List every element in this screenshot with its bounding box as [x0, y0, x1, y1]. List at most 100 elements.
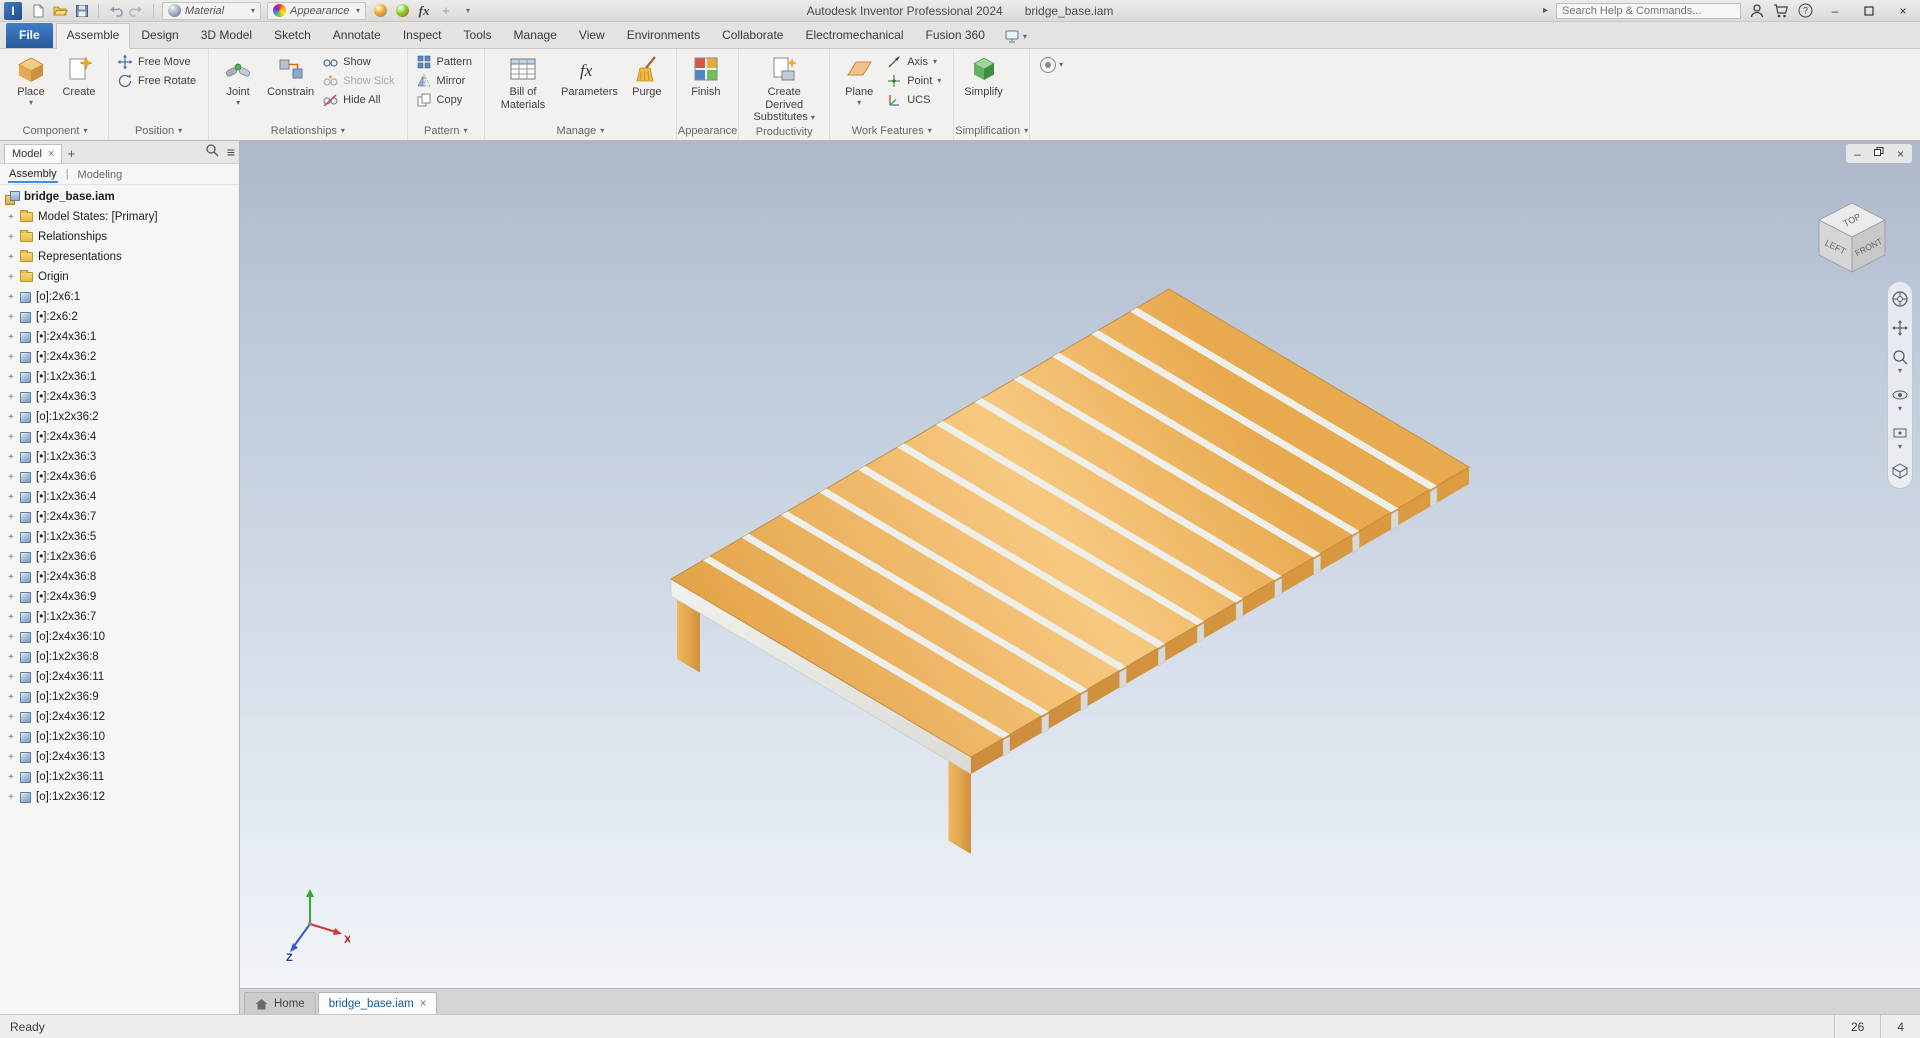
ribbon-tab-collaborate[interactable]: Collaborate [711, 23, 794, 48]
ucs-button[interactable]: UCS [884, 90, 947, 109]
expander-icon[interactable]: + [6, 452, 16, 463]
tree-folder[interactable]: + Origin [0, 267, 239, 287]
panel-label-relationships[interactable]: Relationships ▾ [210, 122, 405, 140]
add-command-button[interactable]: + [436, 2, 456, 20]
full-navigation-wheel-button[interactable] [1891, 290, 1909, 308]
tree-part[interactable]: + [•]:1x2x36:6 [0, 547, 239, 567]
panel-label-position[interactable]: Position ▾ [110, 122, 207, 140]
ribbon-tab-tools[interactable]: Tools [453, 23, 503, 48]
pattern-button[interactable]: Pattern [414, 52, 478, 71]
expander-icon[interactable]: + [6, 512, 16, 523]
expander-icon[interactable]: + [6, 652, 16, 663]
panel-label-work-features[interactable]: Work Features ▾ [831, 122, 952, 140]
document-tab-bridge-base[interactable]: bridge_base.iam × [317, 992, 438, 1014]
doc-restore-button[interactable] [1873, 146, 1885, 161]
plane-button[interactable]: Plane ▾ [836, 52, 882, 107]
mode-tab-modeling[interactable]: Modeling [77, 167, 124, 182]
viewport[interactable]: – × TOP LEFT FRONT ▾ ▾ ▾ X Z Home bridge… [240, 141, 1920, 1014]
ribbon-tab-inspect[interactable]: Inspect [392, 23, 453, 48]
ribbon-tab-environments[interactable]: Environments [616, 23, 711, 48]
tree-part[interactable]: + [•]:2x4x36:6 [0, 467, 239, 487]
tree-root[interactable]: bridge_base.iam [0, 187, 239, 207]
tree-part[interactable]: + [•]:1x2x36:1 [0, 367, 239, 387]
zoom-button[interactable]: ▾ [1891, 348, 1909, 375]
tree-part[interactable]: + [•]:1x2x36:4 [0, 487, 239, 507]
create-derived-substitutes-button[interactable]: Create Derived Substitutes ▾ [745, 52, 823, 124]
inventor-logo-icon[interactable]: I [4, 1, 22, 20]
help-button[interactable]: ? [1797, 2, 1814, 19]
ribbon-options-button[interactable]: ▾ [1040, 57, 1063, 73]
panel-label-pattern[interactable]: Pattern ▾ [409, 122, 483, 140]
pan-button[interactable] [1891, 319, 1909, 337]
tree-part[interactable]: + [o]:1x2x36:11 [0, 767, 239, 787]
expander-icon[interactable]: + [6, 792, 16, 803]
browser-tab-model[interactable]: Model × [4, 144, 63, 163]
color-override-button[interactable] [392, 2, 412, 20]
mode-tab-assembly[interactable]: Assembly [8, 166, 58, 183]
finish-button[interactable]: Finish [683, 52, 729, 99]
tree-folder[interactable]: + Model States: [Primary] [0, 207, 239, 227]
tree-folder[interactable]: + Relationships [0, 227, 239, 247]
tree-part[interactable]: + [•]:2x6:2 [0, 307, 239, 327]
doc-minimize-button[interactable]: – [1854, 147, 1861, 161]
redo-button[interactable] [127, 2, 147, 20]
place-button[interactable]: Place ▾ [8, 52, 54, 107]
parameters-quick-button[interactable]: fx [414, 2, 434, 20]
tree-part[interactable]: + [o]:1x2x36:12 [0, 787, 239, 807]
adjust-button[interactable] [370, 2, 390, 20]
tree-part[interactable]: + [•]:2x4x36:9 [0, 587, 239, 607]
joint-button[interactable]: Joint ▾ [215, 52, 261, 107]
expander-icon[interactable]: + [6, 332, 16, 343]
tree-part[interactable]: + [•]:1x2x36:3 [0, 447, 239, 467]
customize-qat-button[interactable]: ▾ [458, 2, 478, 20]
ribbon-tab-manage[interactable]: Manage [503, 23, 568, 48]
panel-label-appearance[interactable]: Appearance [678, 122, 737, 140]
simplify-button[interactable]: Simplify [960, 52, 1007, 99]
maximize-button[interactable] [1856, 1, 1882, 21]
tree-part[interactable]: + [o]:1x2x36:8 [0, 647, 239, 667]
free-move-button[interactable]: Free Move [115, 52, 202, 71]
appearance-dropdown[interactable]: Appearance ▾ [267, 1, 367, 20]
tree-part[interactable]: + [•]:2x4x36:2 [0, 347, 239, 367]
expander-icon[interactable]: + [6, 392, 16, 403]
tree-part[interactable]: + [o]:2x4x36:12 [0, 707, 239, 727]
expander-icon[interactable]: + [6, 252, 16, 263]
tree-part[interactable]: + [o]:2x6:1 [0, 287, 239, 307]
expander-icon[interactable]: + [6, 272, 16, 283]
front-leg-board[interactable] [948, 760, 972, 854]
expander-icon[interactable]: + [6, 692, 16, 703]
expander-icon[interactable]: + [6, 352, 16, 363]
browser-search-button[interactable] [205, 143, 219, 160]
store-button[interactable] [1773, 3, 1789, 19]
save-button[interactable] [72, 2, 92, 20]
ribbon-tab-sketch[interactable]: Sketch [263, 23, 322, 48]
expander-icon[interactable]: + [6, 752, 16, 763]
ribbon-tab-view[interactable]: View [568, 23, 616, 48]
viewport-canvas[interactable] [240, 141, 1920, 1014]
expander-icon[interactable]: + [6, 712, 16, 723]
ribbon-tab-electromechanical[interactable]: Electromechanical [794, 23, 914, 48]
tree-part[interactable]: + [o]:2x4x36:11 [0, 667, 239, 687]
deck-top-face[interactable] [670, 288, 1470, 758]
purge-button[interactable]: Purge [624, 52, 670, 99]
expander-icon[interactable]: + [6, 732, 16, 743]
expander-icon[interactable]: + [6, 552, 16, 563]
mirror-button[interactable]: Mirror [414, 71, 478, 90]
expander-icon[interactable]: + [6, 472, 16, 483]
create-button[interactable]: Create [56, 52, 102, 99]
panel-label-manage[interactable]: Manage ▾ [486, 122, 675, 140]
view-cube-home-button[interactable] [1891, 462, 1909, 480]
tree-folder[interactable]: + Representations [0, 247, 239, 267]
ribbon-tab-file[interactable]: File [6, 23, 53, 48]
tree-part[interactable]: + [o]:1x2x36:2 [0, 407, 239, 427]
expander-icon[interactable]: + [6, 412, 16, 423]
panel-label-productivity[interactable]: Productivity [740, 124, 828, 140]
close-icon[interactable]: × [420, 998, 427, 1010]
tree-part[interactable]: + [o]:2x4x36:13 [0, 747, 239, 767]
tree-part[interactable]: + [o]:1x2x36:9 [0, 687, 239, 707]
expander-icon[interactable]: + [6, 292, 16, 303]
ribbon-tab-assemble[interactable]: Assemble [55, 23, 131, 49]
ribbon-tab-fusion-360[interactable]: Fusion 360 [915, 23, 996, 48]
tree-part[interactable]: + [•]:2x4x36:7 [0, 507, 239, 527]
panel-label-simplification[interactable]: Simplification ▾ [955, 122, 1028, 140]
